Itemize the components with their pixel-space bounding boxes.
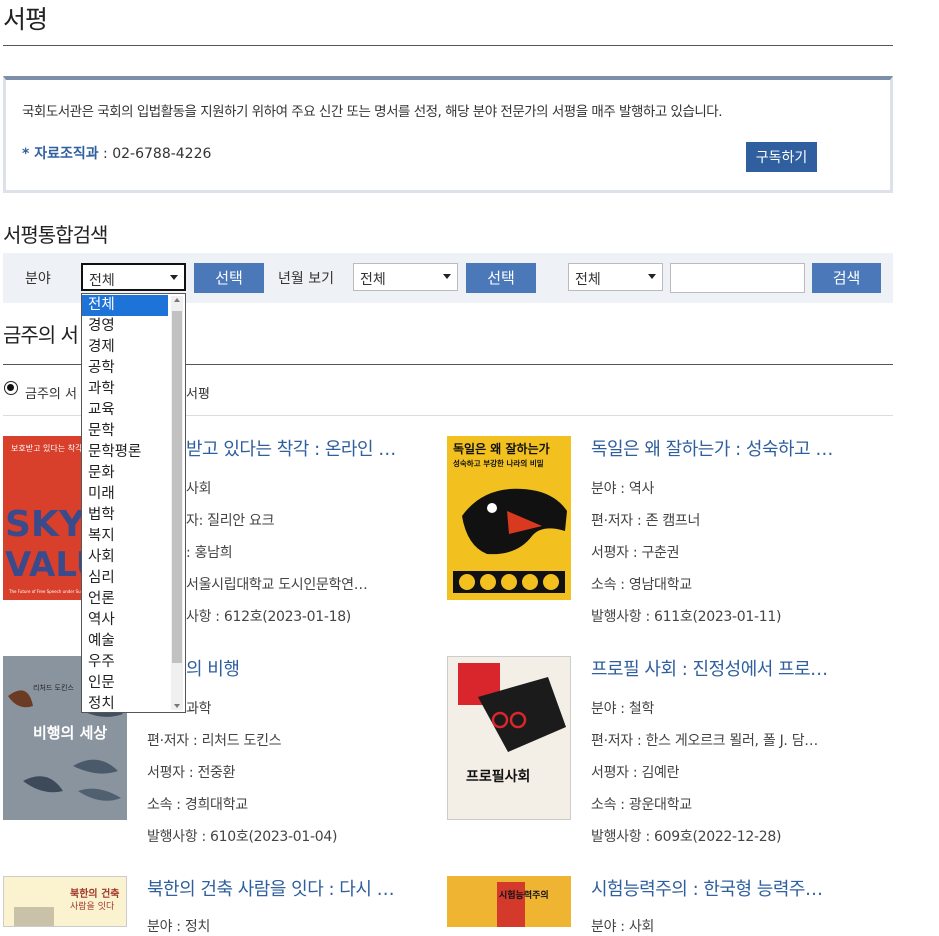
book-issue-1: 사항 : 612호(2023-01-18) xyxy=(186,609,351,625)
dropdown-option[interactable]: 예술 xyxy=(82,631,168,652)
field-label: 분야 xyxy=(25,271,51,287)
contact-label[interactable]: * 자료조직과 xyxy=(22,146,99,162)
dropdown-option[interactable]: 경영 xyxy=(82,316,168,337)
scroll-up-icon[interactable] xyxy=(174,298,180,302)
book-author-1: 자: 질리안 요크 xyxy=(186,513,275,529)
info-box xyxy=(3,76,893,193)
book-field-5: 분야 : 정치 xyxy=(147,919,211,935)
page-title: 서평 xyxy=(3,5,48,34)
book-title-4[interactable]: 프로필 사회 : 진정성에서 프로… xyxy=(591,655,828,681)
cover2-subtitle: 성숙하고 부강한 나라의 비밀 xyxy=(453,458,544,468)
cover1-big-text: SKY xyxy=(5,504,86,545)
search-section-title: 서평통합검색 xyxy=(3,223,108,247)
dropdown-option[interactable]: 문학평론 xyxy=(82,442,168,463)
dropdown-option[interactable]: 법학 xyxy=(82,505,168,526)
book-reviewer-2: 서평자 : 구춘권 xyxy=(591,545,680,561)
dropdown-option[interactable]: 문화 xyxy=(82,463,168,484)
book-title-1[interactable]: 받고 있다는 착각 : 온라인 … xyxy=(186,435,396,461)
book-cover-6-art: 시험능력주의 xyxy=(447,876,571,927)
book-issue-2: 발행사항 : 611호(2023-01-11) xyxy=(591,609,782,625)
field-select-value: 전체 xyxy=(89,273,115,289)
book-field-1: 사회 xyxy=(186,481,212,497)
book-cover-5-art: 북한의 건축 사람을 잇다 xyxy=(4,877,126,926)
book-title-6[interactable]: 시험능력주의 : 한국형 능력주… xyxy=(591,875,823,901)
field-select[interactable]: 전체 xyxy=(81,263,186,291)
dropdown-option[interactable]: 우주 xyxy=(82,652,168,673)
cover3-author: 리처드 도킨스 xyxy=(33,683,74,692)
book-author-4: 편·저자 : 한스 게오르크 묄러, 폴 J. 담… xyxy=(591,733,818,749)
dropdown-option[interactable]: 경제 xyxy=(82,337,168,358)
book-cover-2[interactable]: 독일은 왜 잘하는가 성숙하고 부강한 나라의 비밀 xyxy=(447,436,571,600)
dropdown-option[interactable]: 문학 xyxy=(82,421,168,442)
book-affiliation-2: 소속 : 영남대학교 xyxy=(591,577,692,593)
book-affiliation-3: 소속 : 경희대학교 xyxy=(147,797,248,813)
book-reviewer-3: 서평자 : 전중환 xyxy=(147,765,236,781)
book-title-3[interactable]: 의 비행 xyxy=(186,655,240,681)
book-title-5[interactable]: 북한의 건축 사람을 잇다 : 다시 … xyxy=(147,875,395,901)
contact-line: * 자료조직과 : 02-6788-4226 xyxy=(22,143,211,163)
search-button[interactable]: 검색 xyxy=(812,263,881,293)
dropdown-option[interactable]: 전체 xyxy=(82,295,168,316)
period-select-button[interactable]: 선택 xyxy=(466,263,536,293)
book-cover-6[interactable]: 시험능력주의 xyxy=(447,876,571,927)
book-affiliation-4: 소속 : 광운대학교 xyxy=(591,797,692,813)
subscribe-button[interactable]: 구독하기 xyxy=(746,142,817,172)
weekly-radio[interactable] xyxy=(4,381,18,395)
book-cover-4-art: 프로필사회 xyxy=(448,657,570,819)
cover6-title: 시험능력주의 xyxy=(499,889,549,901)
cover5-sub: 사람을 잇다 xyxy=(70,900,115,912)
cover2-title: 독일은 왜 잘하는가 xyxy=(453,441,550,456)
cover5-title: 북한의 건축 xyxy=(70,887,119,900)
weekly-radio-label: 금주의 서 xyxy=(25,387,77,402)
dropdown-option[interactable]: 복지 xyxy=(82,526,168,547)
dropdown-option[interactable]: 공학 xyxy=(82,358,168,379)
dropdown-option[interactable]: 인문 xyxy=(82,673,168,694)
dropdown-option[interactable]: 언론 xyxy=(82,589,168,610)
book-cover-5[interactable]: 북한의 건축 사람을 잇다 xyxy=(3,876,127,927)
dropdown-option[interactable]: 정치 xyxy=(82,694,168,715)
book-affiliation-1: 서울시립대학교 도시인문학연… xyxy=(186,577,368,593)
info-text: 국회도서관은 국회의 입법활동을 지원하기 위하여 주요 신간 또는 명서를 선… xyxy=(22,104,723,120)
weekly-section-title: 금주의 서 xyxy=(3,323,79,347)
contact-phone: : 02-6788-4226 xyxy=(98,146,212,162)
review-radio-label: 서평 xyxy=(186,387,210,402)
chevron-down-icon xyxy=(648,274,656,279)
period-select-value: 전체 xyxy=(360,272,386,288)
book-field-4: 분야 : 철학 xyxy=(591,701,655,717)
dropdown-option[interactable]: 심리 xyxy=(82,568,168,589)
period-label: 년월 보기 xyxy=(278,271,334,287)
field-select-button[interactable]: 선택 xyxy=(194,263,264,293)
period-select[interactable]: 전체 xyxy=(353,263,458,291)
scroll-down-icon[interactable] xyxy=(174,704,180,708)
cover4-title: 프로필사회 xyxy=(466,768,530,785)
book-reviewer-1: : 홍남희 xyxy=(186,545,233,561)
field-dropdown-list[interactable]: 전체 경영 경제 공학 과학 교육 문학 문학평론 문화 미래 법학 복지 사회 심리 언론 역사 예술 우주 인문… xyxy=(81,293,186,713)
book-field-6: 분야 : 사회 xyxy=(591,919,655,935)
book-title-2[interactable]: 독일은 왜 잘하는가 : 성숙하고 … xyxy=(591,435,833,461)
book-field-2: 분야 : 역사 xyxy=(591,481,655,497)
search-input[interactable] xyxy=(670,263,805,293)
book-issue-4: 발행사항 : 609호(2022-12-28) xyxy=(591,829,782,845)
book-cover-2-art: 독일은 왜 잘하는가 성숙하고 부강한 나라의 비밀 xyxy=(447,436,571,600)
title-divider xyxy=(3,45,893,46)
dropdown-option[interactable]: 사회 xyxy=(82,547,168,568)
search-type-value: 전체 xyxy=(575,272,601,288)
dropdown-option[interactable]: 역사 xyxy=(82,610,168,631)
dropdown-scroll-thumb[interactable] xyxy=(172,311,182,663)
dropdown-option[interactable]: 미래 xyxy=(82,484,168,505)
book-reviewer-4: 서평자 : 김예란 xyxy=(591,765,680,781)
chevron-down-icon xyxy=(443,274,451,279)
cover1-top-text: 보호받고 있다는 착각 xyxy=(11,443,83,453)
chevron-down-icon xyxy=(170,275,178,280)
dropdown-option[interactable]: 과학 xyxy=(82,379,168,400)
book-issue-3: 발행사항 : 610호(2023-01-04) xyxy=(147,829,338,845)
book-author-3: 편·저자 : 리처드 도킨스 xyxy=(147,733,282,749)
search-type-select[interactable]: 전체 xyxy=(568,263,663,291)
book-cover-4[interactable]: 프로필사회 xyxy=(447,656,571,820)
book-author-2: 편·저자 : 존 캠프너 xyxy=(591,513,701,529)
cover3-title: 비행의 세상 xyxy=(33,724,107,742)
book-field-3: 과학 xyxy=(186,701,212,717)
dropdown-option[interactable]: 교육 xyxy=(82,400,168,421)
